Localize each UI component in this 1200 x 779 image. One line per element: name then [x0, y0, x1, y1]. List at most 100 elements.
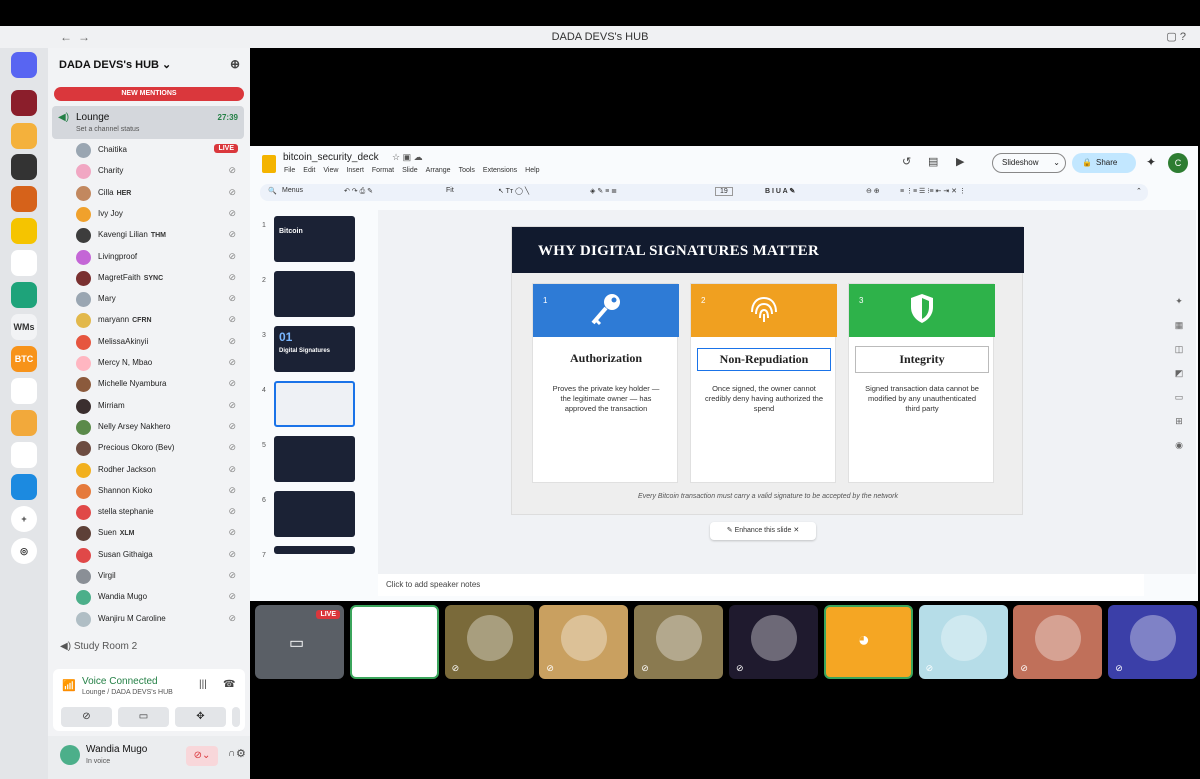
voice-connected-location[interactable]: Lounge / DADA DEVS's HUB — [82, 689, 173, 696]
avatar[interactable] — [60, 745, 80, 765]
voice-user[interactable]: Cilla HER ⊘ — [76, 183, 246, 204]
speaker-notes[interactable]: Click to add speaker notes — [378, 574, 1144, 596]
server-icon-server-12[interactable] — [11, 442, 37, 468]
menu-extensions[interactable]: Extensions — [483, 167, 517, 174]
link-icons[interactable]: ⊖ ⊕ — [866, 187, 880, 195]
headphones-icon[interactable]: ∩ — [228, 748, 235, 759]
fill-line-icon[interactable]: ◈ ✎ ≡ ≣ — [590, 187, 617, 195]
voice-user[interactable]: Livingproof ⊘ — [76, 247, 246, 268]
comment-icon[interactable]: ▤ — [928, 155, 938, 168]
folder-icon[interactable]: ▭ — [1168, 392, 1190, 416]
voice-user[interactable]: Michelle Nyambura ⊘ — [76, 374, 246, 395]
server-header[interactable]: DADA DEVS's HUB ⌄ ⊕ — [48, 48, 250, 80]
participant-tile[interactable]: ⊘ — [349, 605, 439, 679]
menu-file[interactable]: File — [284, 167, 295, 174]
voice-user[interactable]: Suen XLM ⊘ — [76, 523, 246, 544]
card-authorization[interactable]: 1 Authorization Proves the private key hol… — [532, 283, 679, 483]
voice-user[interactable]: Wanjiru M Caroline ⊘ — [76, 609, 246, 630]
menu-insert[interactable]: Insert — [346, 167, 364, 174]
server-icon-server-5[interactable] — [11, 218, 37, 244]
camera-off-button[interactable]: ⊘ — [61, 707, 112, 727]
voice-user[interactable]: Ivy Joy ⊘ — [76, 204, 246, 225]
slide-title[interactable]: WHY DIGITAL SIGNATURES MATTER — [538, 243, 819, 260]
voice-user[interactable]: Mirriam ⊘ — [76, 396, 246, 417]
voice-user[interactable]: Shannon Kioko ⊘ — [76, 481, 246, 502]
search-icon[interactable]: 🔍 — [268, 187, 277, 195]
calendar-icon[interactable]: ▦ — [1168, 320, 1190, 344]
server-icon-server-13[interactable] — [11, 474, 37, 500]
fit-select[interactable]: Fit — [446, 187, 454, 194]
server-icon-server-10[interactable] — [11, 378, 37, 404]
menu-help[interactable]: Help — [525, 167, 539, 174]
channel-lounge[interactable]: ◀) Lounge Set a channel status 27:39 — [52, 106, 244, 139]
more-icon[interactable]: ◉ — [1168, 440, 1190, 464]
channel-study-room-2[interactable]: ◀) Study Room 2 — [60, 641, 137, 652]
card-text[interactable]: Once signed, the owner cannot credibly d… — [705, 384, 823, 414]
voice-user[interactable]: stella stephanie ⊘ — [76, 502, 246, 523]
participant-tile[interactable]: ⊘ — [634, 605, 724, 679]
noise-icon[interactable]: ||| — [199, 679, 207, 690]
slide-thumbnail[interactable]: 01 Digital Signatures — [274, 326, 355, 372]
server-icon-server-11[interactable] — [11, 410, 37, 436]
server-icon-discord-home[interactable] — [11, 52, 37, 78]
card-non-repudiation[interactable]: 2 Non-Repudiation Once signed, the owner c… — [690, 283, 837, 483]
server-icon-server-2[interactable] — [11, 123, 37, 149]
menus-search[interactable]: Menus — [282, 187, 303, 194]
participant-tile[interactable]: LIVE ▭ — [255, 605, 344, 679]
card-title[interactable]: Non-Repudiation — [697, 348, 831, 371]
server-icon-server-1[interactable] — [11, 90, 37, 116]
card-title[interactable]: Authorization — [533, 351, 679, 366]
collapse-toolbar-icon[interactable]: ⌃ — [1136, 187, 1142, 195]
menu-view[interactable]: View — [323, 167, 338, 174]
voice-user[interactable]: Nelly Arsey Nakhero ⊘ — [76, 417, 246, 438]
doc-title[interactable]: bitcoin_security_deck — [283, 152, 379, 163]
slide-thumbnail[interactable]: Bitcoin — [274, 216, 355, 262]
participant-tile[interactable]: ⊘ — [918, 605, 1008, 679]
participant-tile[interactable]: ⊘ — [729, 605, 818, 679]
menu-edit[interactable]: Edit — [303, 167, 315, 174]
slide-thumbnail[interactable] — [274, 271, 355, 317]
star-folder-cloud-icon[interactable]: ☆ ▣ ☁ — [392, 152, 423, 163]
slide-thumbnail[interactable] — [274, 436, 355, 482]
slide-thumbnail[interactable] — [274, 491, 355, 537]
participant-tile[interactable]: ⊘ — [444, 605, 534, 679]
card-text[interactable]: Signed transaction data cannot be modifi… — [863, 384, 981, 414]
voice-user[interactable]: Mary ⊘ — [76, 289, 246, 310]
tasks-icon[interactable]: ◩ — [1168, 368, 1190, 392]
voice-user[interactable]: MelissaAkinyii ⊘ — [76, 332, 246, 353]
disconnect-icon[interactable]: ☎ — [223, 679, 235, 690]
server-icon-server-6[interactable] — [11, 250, 37, 276]
mute-toggle-icon[interactable]: ⊘⌄ — [186, 746, 218, 766]
voice-user[interactable]: Kavengi Lilian THM ⊘ — [76, 225, 246, 246]
voice-user[interactable]: Precious Okoro (Bev) ⊘ — [76, 438, 246, 459]
card-title[interactable]: Integrity — [855, 346, 989, 373]
slide-thumbnail[interactable] — [274, 546, 355, 554]
gemini-icon[interactable]: ✦ — [1146, 155, 1156, 169]
menu-arrange[interactable]: Arrange — [426, 167, 451, 174]
gear-icon[interactable]: ⚙ — [236, 747, 246, 760]
participant-tile[interactable]: ⊘ — [1013, 605, 1103, 679]
addon-icon[interactable]: ⊞ — [1168, 416, 1190, 440]
voice-user[interactable]: Chaitika LIVE — [76, 140, 246, 161]
slideshow-button[interactable]: Slideshow ⌄ — [992, 153, 1066, 173]
activities-button[interactable]: ✥ — [175, 707, 226, 727]
server-icon-server-wms[interactable]: WMs — [11, 314, 37, 340]
slide-footer[interactable]: Every Bitcoin transaction must carry a v… — [512, 493, 1024, 500]
server-icon-server-7[interactable] — [11, 282, 37, 308]
current-slide[interactable]: WHY DIGITAL SIGNATURES MATTER 1 Authoriza… — [511, 226, 1024, 515]
server-icon-server-3[interactable] — [11, 154, 37, 180]
soundboard-button[interactable] — [232, 707, 240, 727]
participant-tile[interactable]: ⊘ — [539, 605, 629, 679]
voice-user[interactable]: Charity ⊘ — [76, 161, 246, 182]
share-button[interactable]: 🔒 Share — [1072, 153, 1136, 173]
server-icon-server-btc[interactable]: BTC — [11, 346, 37, 372]
voice-user[interactable]: Mercy N, Mbao ⊘ — [76, 353, 246, 374]
inbox-help-icon[interactable]: ▢ ? — [1166, 30, 1186, 43]
screen-share-button[interactable]: ▭ — [118, 707, 169, 727]
enhance-slide-button[interactable]: ✎ Enhance this slide ✕ — [710, 522, 816, 540]
sparkle-icon[interactable]: ✦ — [1168, 296, 1190, 320]
new-mentions-banner[interactable]: NEW MENTIONS — [54, 87, 244, 101]
voice-user[interactable]: Susan Githaiga ⊘ — [76, 545, 246, 566]
participant-tile[interactable]: ◕ — [823, 605, 913, 679]
menu-tools[interactable]: Tools — [459, 167, 475, 174]
